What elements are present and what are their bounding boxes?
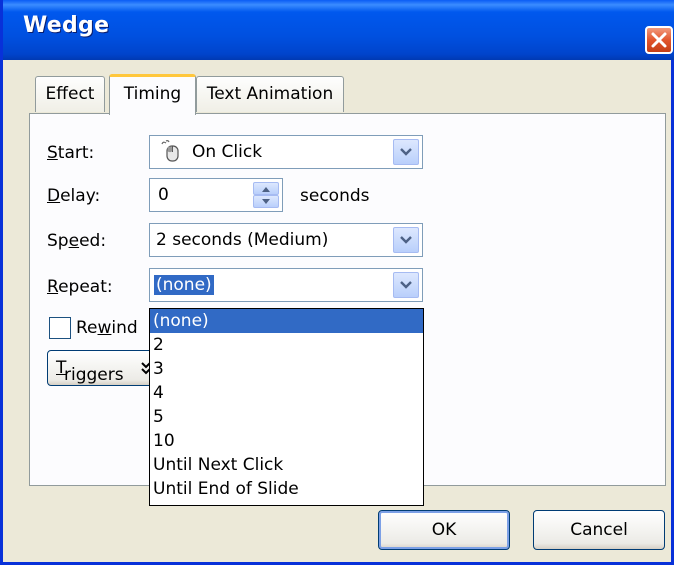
close-icon: [651, 32, 667, 48]
chevron-down-icon: [400, 148, 412, 156]
delay-unit: seconds: [300, 186, 370, 206]
repeat-option[interactable]: (none): [150, 309, 423, 333]
start-select[interactable]: On Click: [149, 135, 423, 169]
delay-increase-button[interactable]: [253, 182, 279, 195]
mouse-icon: [161, 140, 179, 162]
repeat-option[interactable]: Until Next Click: [150, 453, 423, 477]
repeat-options-list[interactable]: (none) 2 3 4 5 10 Until Next Click Until End of…: [149, 308, 424, 506]
delay-decrease-button[interactable]: [253, 195, 279, 208]
start-dropdown-button[interactable]: [393, 139, 419, 165]
triggers-label: Triggers: [56, 358, 124, 385]
ok-button[interactable]: OK: [378, 510, 510, 550]
tab-timing[interactable]: Timing: [109, 74, 196, 115]
repeat-dropdown-button[interactable]: [393, 272, 419, 298]
speed-value: 2 seconds (Medium): [156, 230, 329, 250]
repeat-value: (none): [154, 275, 214, 295]
window-title: Wedge: [23, 13, 110, 38]
repeat-option[interactable]: Until End of Slide: [150, 477, 423, 501]
repeat-option[interactable]: 10: [150, 429, 423, 453]
repeat-select[interactable]: (none): [149, 268, 423, 302]
chevron-down-icon: [400, 236, 412, 244]
delay-label: Delay:: [47, 186, 101, 206]
speed-label: Speed:: [47, 231, 107, 251]
delay-spinner[interactable]: 0: [149, 178, 283, 212]
repeat-option[interactable]: 5: [150, 405, 423, 429]
cancel-button[interactable]: Cancel: [533, 510, 665, 550]
rewind-label: Rewind: [76, 318, 138, 338]
tab-text-animation[interactable]: Text Animation: [196, 76, 344, 112]
repeat-option[interactable]: 2: [150, 333, 423, 357]
delay-value: 0: [158, 185, 169, 205]
repeat-option[interactable]: 3: [150, 357, 423, 381]
speed-dropdown-button[interactable]: [393, 227, 419, 253]
start-value: On Click: [192, 142, 263, 162]
repeat-label: Repeat:: [47, 277, 113, 297]
repeat-option[interactable]: 4: [150, 381, 423, 405]
rewind-checkbox[interactable]: [49, 317, 71, 339]
tab-effect[interactable]: Effect: [35, 76, 105, 112]
title-bar[interactable]: Wedge: [3, 0, 674, 60]
close-button[interactable]: [645, 26, 673, 54]
speed-select[interactable]: 2 seconds (Medium): [149, 223, 423, 257]
arrow-down-icon: [262, 199, 270, 204]
dialog-window: Wedge Effect Timing Text Animation Start…: [0, 0, 674, 565]
start-label: Start:: [47, 143, 95, 163]
chevron-down-icon: [400, 281, 412, 289]
arrow-up-icon: [262, 187, 270, 192]
